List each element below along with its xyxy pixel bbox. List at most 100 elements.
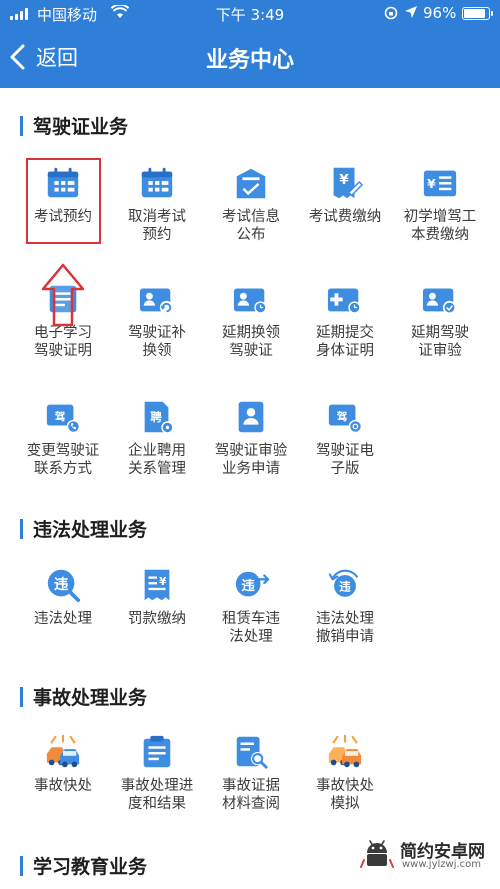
employ-icon: 聘	[144, 401, 174, 434]
service-label: 租赁车违 法处理	[222, 611, 280, 645]
health-extend-icon	[327, 288, 361, 314]
exam-info-icon	[236, 168, 266, 199]
svg-text:¥: ¥	[159, 576, 167, 588]
service-tile[interactable]: 取消考试 预约	[109, 164, 205, 244]
section-header: 违法处理业务	[20, 515, 147, 542]
rotation-lock-icon	[384, 6, 398, 20]
section-header: 事故处理业务	[20, 683, 147, 710]
service-label: 电子学习 驾驶证明	[34, 325, 92, 359]
fee-receipt-icon: ¥	[333, 167, 364, 199]
service-tile[interactable]: 违违法处理 撤销申请	[297, 566, 393, 646]
battery-percent: 96%	[423, 4, 457, 22]
service-tile[interactable]: 延期换领 驾驶证	[203, 280, 299, 360]
back-label: 返回	[36, 46, 78, 70]
service-tile[interactable]: ¥ 初学增驾工 本费缴纳	[392, 164, 488, 244]
section-accent-bar	[20, 518, 23, 539]
service-tile[interactable]: ¥ 罚款缴纳	[109, 566, 205, 628]
service-tile[interactable]: 驾驶证补 换领	[109, 280, 205, 360]
service-label: 企业聘用 关系管理	[128, 443, 186, 477]
service-label: 违法处理 撤销申请	[316, 611, 374, 645]
service-tile[interactable]: 违租赁车违 法处理	[203, 566, 299, 646]
license-reissue-icon	[139, 288, 174, 315]
service-label: 驾驶证补 换领	[128, 325, 186, 359]
service-label: 事故证据 材料查阅	[222, 778, 280, 812]
yuan-list-icon: ¥	[423, 170, 457, 197]
service-label: 延期换领 驾驶证	[222, 325, 280, 359]
document-search-icon	[236, 736, 268, 769]
service-tile[interactable]: 延期提交 身体证明	[297, 280, 393, 360]
phone-contact-icon: 驾	[46, 404, 81, 434]
service-tile[interactable]: 聘企业聘用 关系管理	[109, 398, 205, 478]
svg-text:聘: 聘	[150, 410, 162, 424]
service-tile[interactable]: 考试预约	[15, 164, 111, 226]
service-tile[interactable]: 事故处理进 度和结果	[109, 733, 205, 813]
e-license-icon: 驾	[328, 404, 363, 434]
battery-icon	[462, 7, 493, 20]
section-header: 学习教育业务	[20, 852, 147, 879]
svg-text:驾: 驾	[337, 410, 347, 423]
section-title: 违法处理业务	[33, 519, 148, 541]
status-bar: 中国移动 下午 3:49 96%	[0, 0, 500, 28]
service-tile[interactable]: 延期驾驶 证审验	[392, 280, 488, 360]
service-tile[interactable]: 电子学习 驾驶证明	[15, 280, 111, 360]
android-logo-icon	[360, 840, 394, 868]
service-label: 事故快处	[34, 778, 92, 794]
svg-text:违: 违	[242, 577, 256, 594]
violation-revoke-icon: 违	[328, 569, 359, 597]
nav-bar: 返回 业务中心	[0, 28, 500, 86]
back-button[interactable]: 返回	[8, 40, 78, 74]
section-accent-bar	[20, 686, 23, 707]
service-label: 考试信息 公布	[222, 209, 280, 243]
car-accident-icon	[46, 734, 80, 768]
service-label: 延期提交 身体证明	[316, 325, 374, 359]
service-label: 事故快处 模拟	[316, 778, 374, 812]
watermark-url: www.jylzwj.com	[402, 859, 482, 870]
service-label: 初学增驾工 本费缴纳	[403, 209, 477, 243]
e-certificate-icon	[49, 285, 77, 313]
watermark: 简约安卓网 www.jylzwj.com	[358, 833, 490, 881]
section-title: 学习教育业务	[33, 856, 148, 878]
section-accent-bar	[20, 855, 23, 876]
id-card-icon	[238, 401, 264, 433]
fine-payment-icon: ¥	[144, 569, 170, 601]
svg-text:¥: ¥	[427, 177, 436, 191]
service-tile[interactable]: 违违法处理	[15, 566, 111, 628]
service-tile[interactable]: ¥ 考试费缴纳	[297, 164, 393, 226]
service-label: 考试预约	[34, 209, 92, 225]
service-label: 延期驾驶 证审验	[411, 325, 469, 359]
service-label: 考试费缴纳	[308, 209, 382, 225]
svg-text:违: 违	[339, 580, 351, 594]
service-label: 变更驾驶证 联系方式	[26, 443, 100, 477]
section-title: 事故处理业务	[33, 687, 148, 709]
section-accent-bar	[20, 115, 23, 136]
location-icon	[405, 6, 417, 18]
service-tile[interactable]: 事故快处	[15, 733, 111, 795]
license-extend-icon	[233, 288, 267, 314]
service-tile[interactable]: 考试信息 公布	[203, 164, 299, 244]
service-tile[interactable]: 事故快处 模拟	[297, 733, 393, 813]
service-tile[interactable]: 驾变更驾驶证 联系方式	[15, 398, 111, 478]
svg-text:¥: ¥	[339, 173, 349, 188]
section-header: 驾驶证业务	[20, 112, 128, 139]
service-label: 事故处理进 度和结果	[120, 778, 194, 812]
service-label: 驾驶证电 子版	[316, 443, 374, 477]
service-label: 违法处理	[34, 611, 92, 627]
service-tile[interactable]: 驾驾驶证电 子版	[297, 398, 393, 478]
service-label: 取消考试 预约	[128, 209, 186, 243]
svg-text:违: 违	[54, 576, 69, 593]
top-bar: 中国移动 下午 3:49 96% 返回 业务中心	[0, 0, 500, 88]
service-tile[interactable]: 驾驶证审验 业务申请	[203, 398, 299, 478]
license-verify-icon	[422, 288, 457, 315]
violation-icon: 违	[47, 569, 81, 603]
calendar-icon	[141, 167, 173, 198]
chevron-left-icon	[10, 44, 25, 70]
progress-list-icon	[143, 735, 171, 768]
rental-violation-icon: 违	[235, 571, 270, 597]
car-accident-orange-icon	[328, 734, 362, 768]
section-title: 驾驶证业务	[33, 116, 129, 138]
calendar-icon	[47, 167, 79, 198]
service-label: 罚款缴纳	[128, 611, 186, 627]
service-tile[interactable]: 事故证据 材料查阅	[203, 733, 299, 813]
service-label: 驾驶证审验 业务申请	[214, 443, 288, 477]
svg-text:驾: 驾	[55, 410, 65, 423]
